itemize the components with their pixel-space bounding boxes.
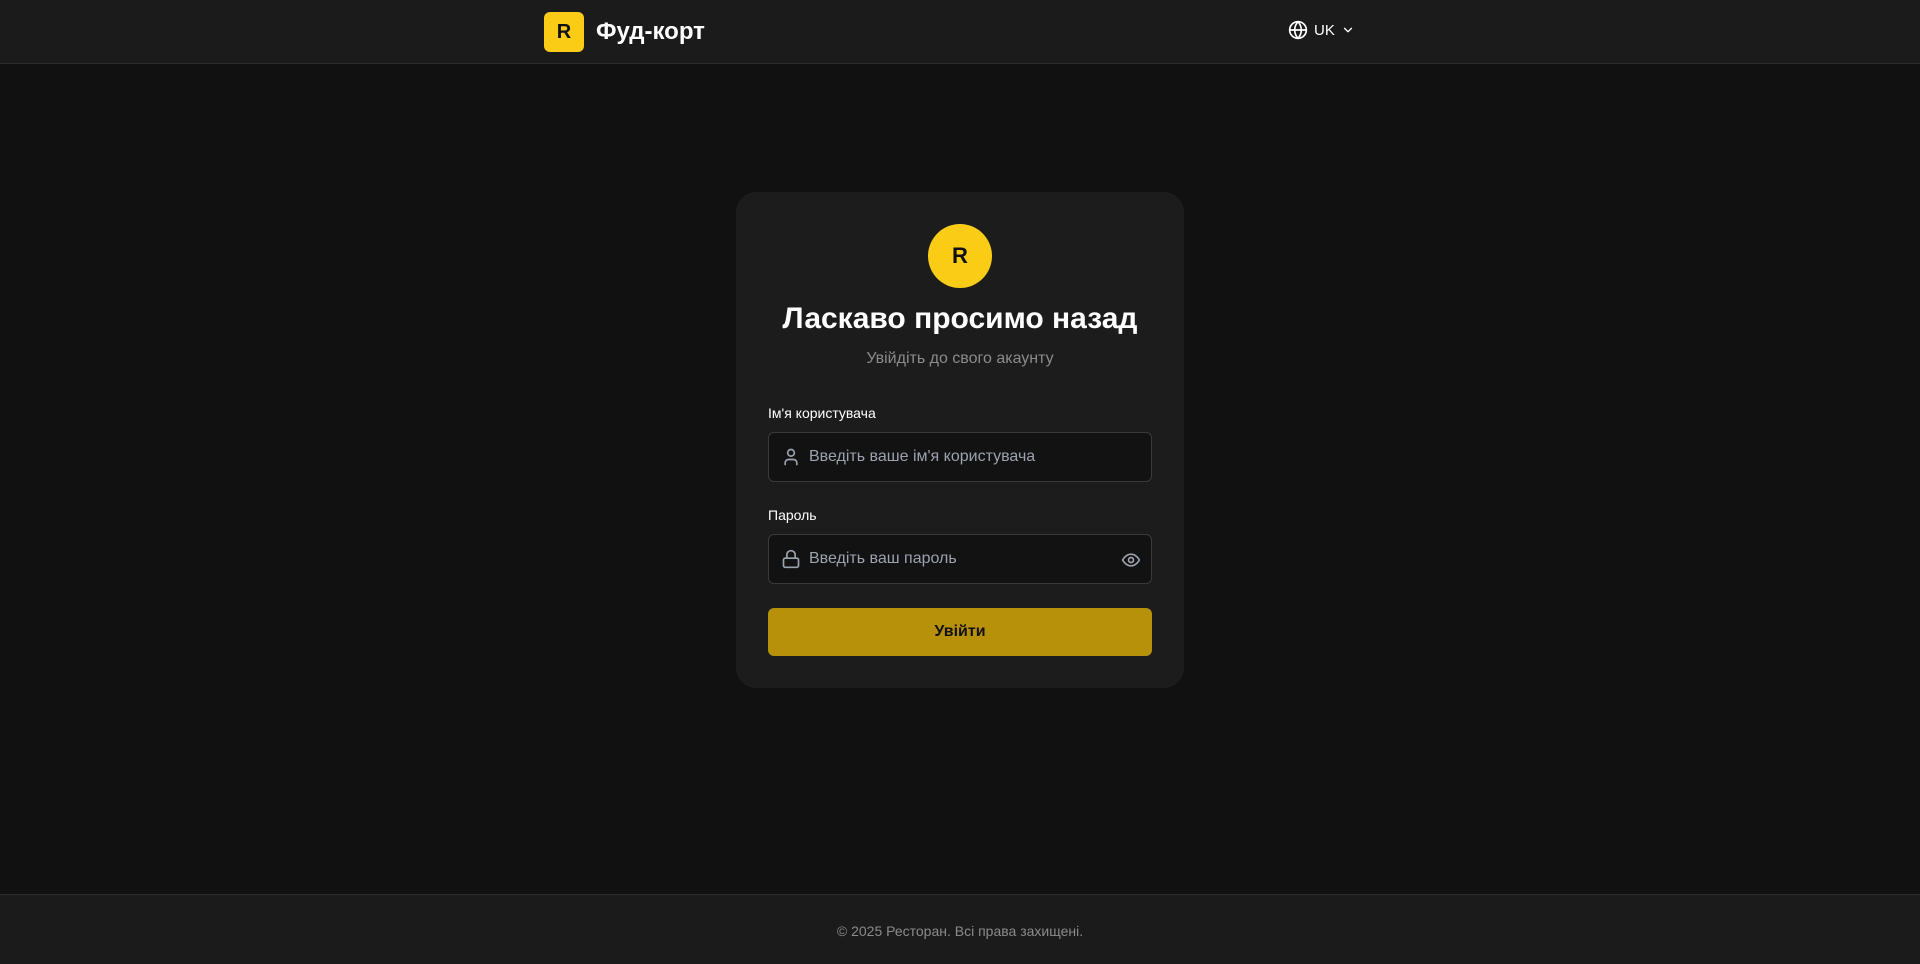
brand[interactable]: R Фуд-корт [544,12,705,52]
user-icon [781,447,801,472]
login-card: R Ласкаво просимо назад Увійдіть до свог… [736,192,1184,688]
username-input[interactable] [809,433,1109,481]
language-label: UK [1314,21,1335,39]
chevron-down-icon [1341,23,1355,37]
login-submit-button[interactable]: Увійти [768,608,1152,656]
password-field[interactable] [768,534,1152,584]
login-title: Ласкаво просимо назад [782,302,1138,335]
username-field[interactable] [768,432,1152,482]
lock-icon [781,549,801,574]
brand-name: Фуд-корт [596,18,705,45]
copyright-text: © 2025 Ресторан. Всі права захищені. [836,923,1084,939]
password-label: Пароль [768,507,817,523]
password-input[interactable] [809,535,1109,583]
eye-icon[interactable] [1121,550,1141,575]
page-footer: © 2025 Ресторан. Всі права захищені. [0,894,1920,964]
top-header: R Фуд-корт UK [0,0,1920,64]
globe-icon [1288,20,1308,40]
language-selector[interactable]: UK [1288,20,1355,40]
login-logo: R [928,224,992,288]
username-label: Ім'я користувача [768,405,876,421]
brand-logo: R [544,12,584,52]
login-subtitle: Увійдіть до свого акаунту [866,350,1054,367]
